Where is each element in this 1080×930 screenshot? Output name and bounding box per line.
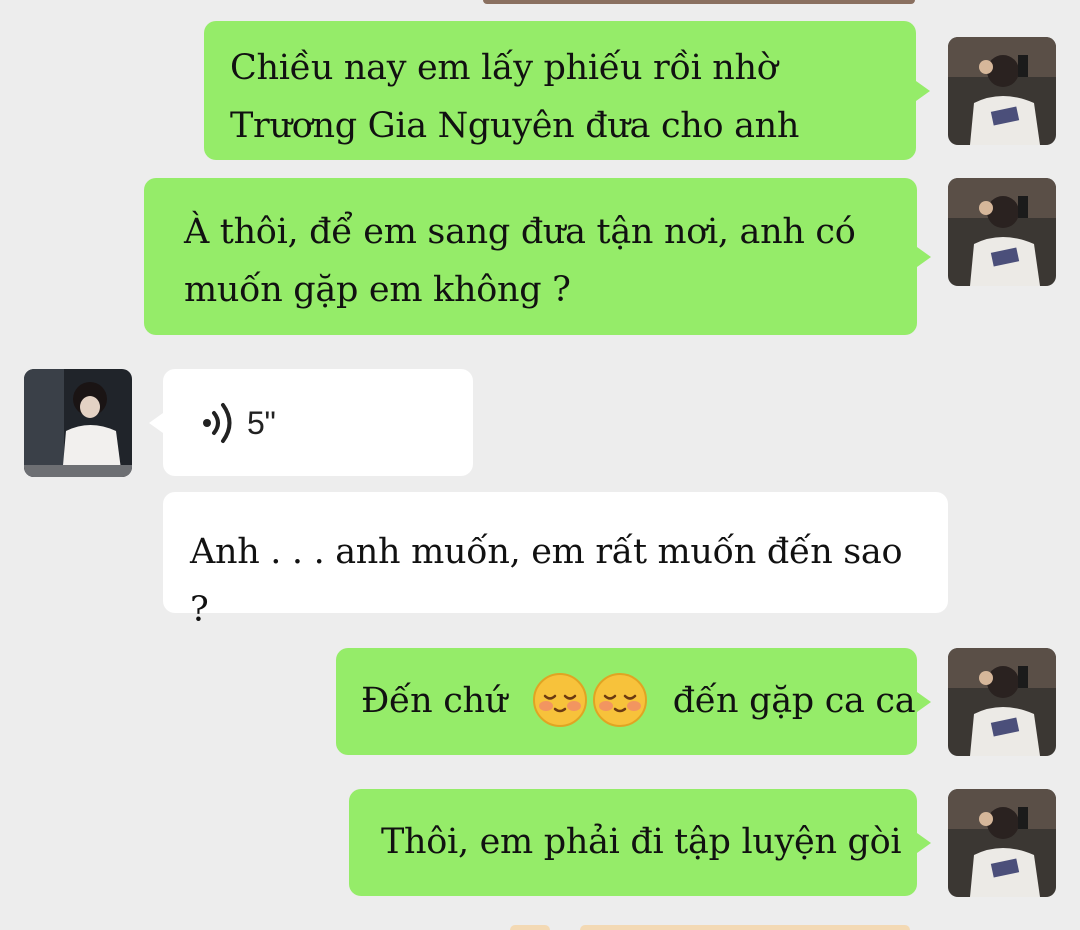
self-avatar-photo bbox=[948, 648, 1056, 756]
self-avatar-photo bbox=[948, 178, 1056, 286]
message-text-start: Đến chứ bbox=[361, 681, 508, 721]
self-avatar[interactable] bbox=[948, 37, 1056, 145]
next-message-edge bbox=[510, 925, 550, 930]
shy-blushing-face-emoji bbox=[532, 672, 587, 727]
self-avatar[interactable] bbox=[948, 178, 1056, 286]
sent-message-bubble[interactable]: Thôi, em phải đi tập luyện gòi bbox=[349, 789, 931, 896]
voice-duration: 5" bbox=[247, 404, 276, 441]
previous-message-edge bbox=[483, 0, 915, 4]
self-avatar[interactable] bbox=[948, 789, 1056, 897]
sent-message-bubble[interactable]: Đến chứ đến gặp ca ca bbox=[336, 648, 931, 755]
self-avatar[interactable] bbox=[948, 648, 1056, 756]
next-message-edge bbox=[580, 925, 910, 930]
message-text: Thôi, em phải đi tập luyện gòi bbox=[381, 822, 902, 862]
self-avatar-photo bbox=[948, 37, 1056, 145]
message-text-end: đến gặp ca ca bbox=[672, 681, 916, 721]
message-text: À thôi, để em sang đưa tận nơi, anh có m… bbox=[184, 212, 856, 310]
sent-message-bubble[interactable]: Chiều nay em lấy phiếu rồi nhờ Trương Gi… bbox=[204, 21, 930, 160]
message-text: Chiều nay em lấy phiếu rồi nhờ Trương Gi… bbox=[230, 48, 800, 146]
contact-avatar[interactable] bbox=[24, 369, 132, 477]
message-text: Anh . . . anh muốn, em rất muốn đến sao … bbox=[190, 532, 903, 630]
contact-avatar-photo bbox=[24, 369, 132, 477]
sent-message-bubble[interactable]: À thôi, để em sang đưa tận nơi, anh có m… bbox=[144, 178, 931, 335]
received-message-bubble[interactable]: Anh . . . anh muốn, em rất muốn đến sao … bbox=[163, 492, 948, 630]
voice-wave-icon bbox=[203, 402, 232, 443]
self-avatar-photo bbox=[948, 789, 1056, 897]
shy-blushing-face-emoji bbox=[592, 672, 647, 727]
voice-message-bubble[interactable]: 5" bbox=[149, 369, 473, 476]
